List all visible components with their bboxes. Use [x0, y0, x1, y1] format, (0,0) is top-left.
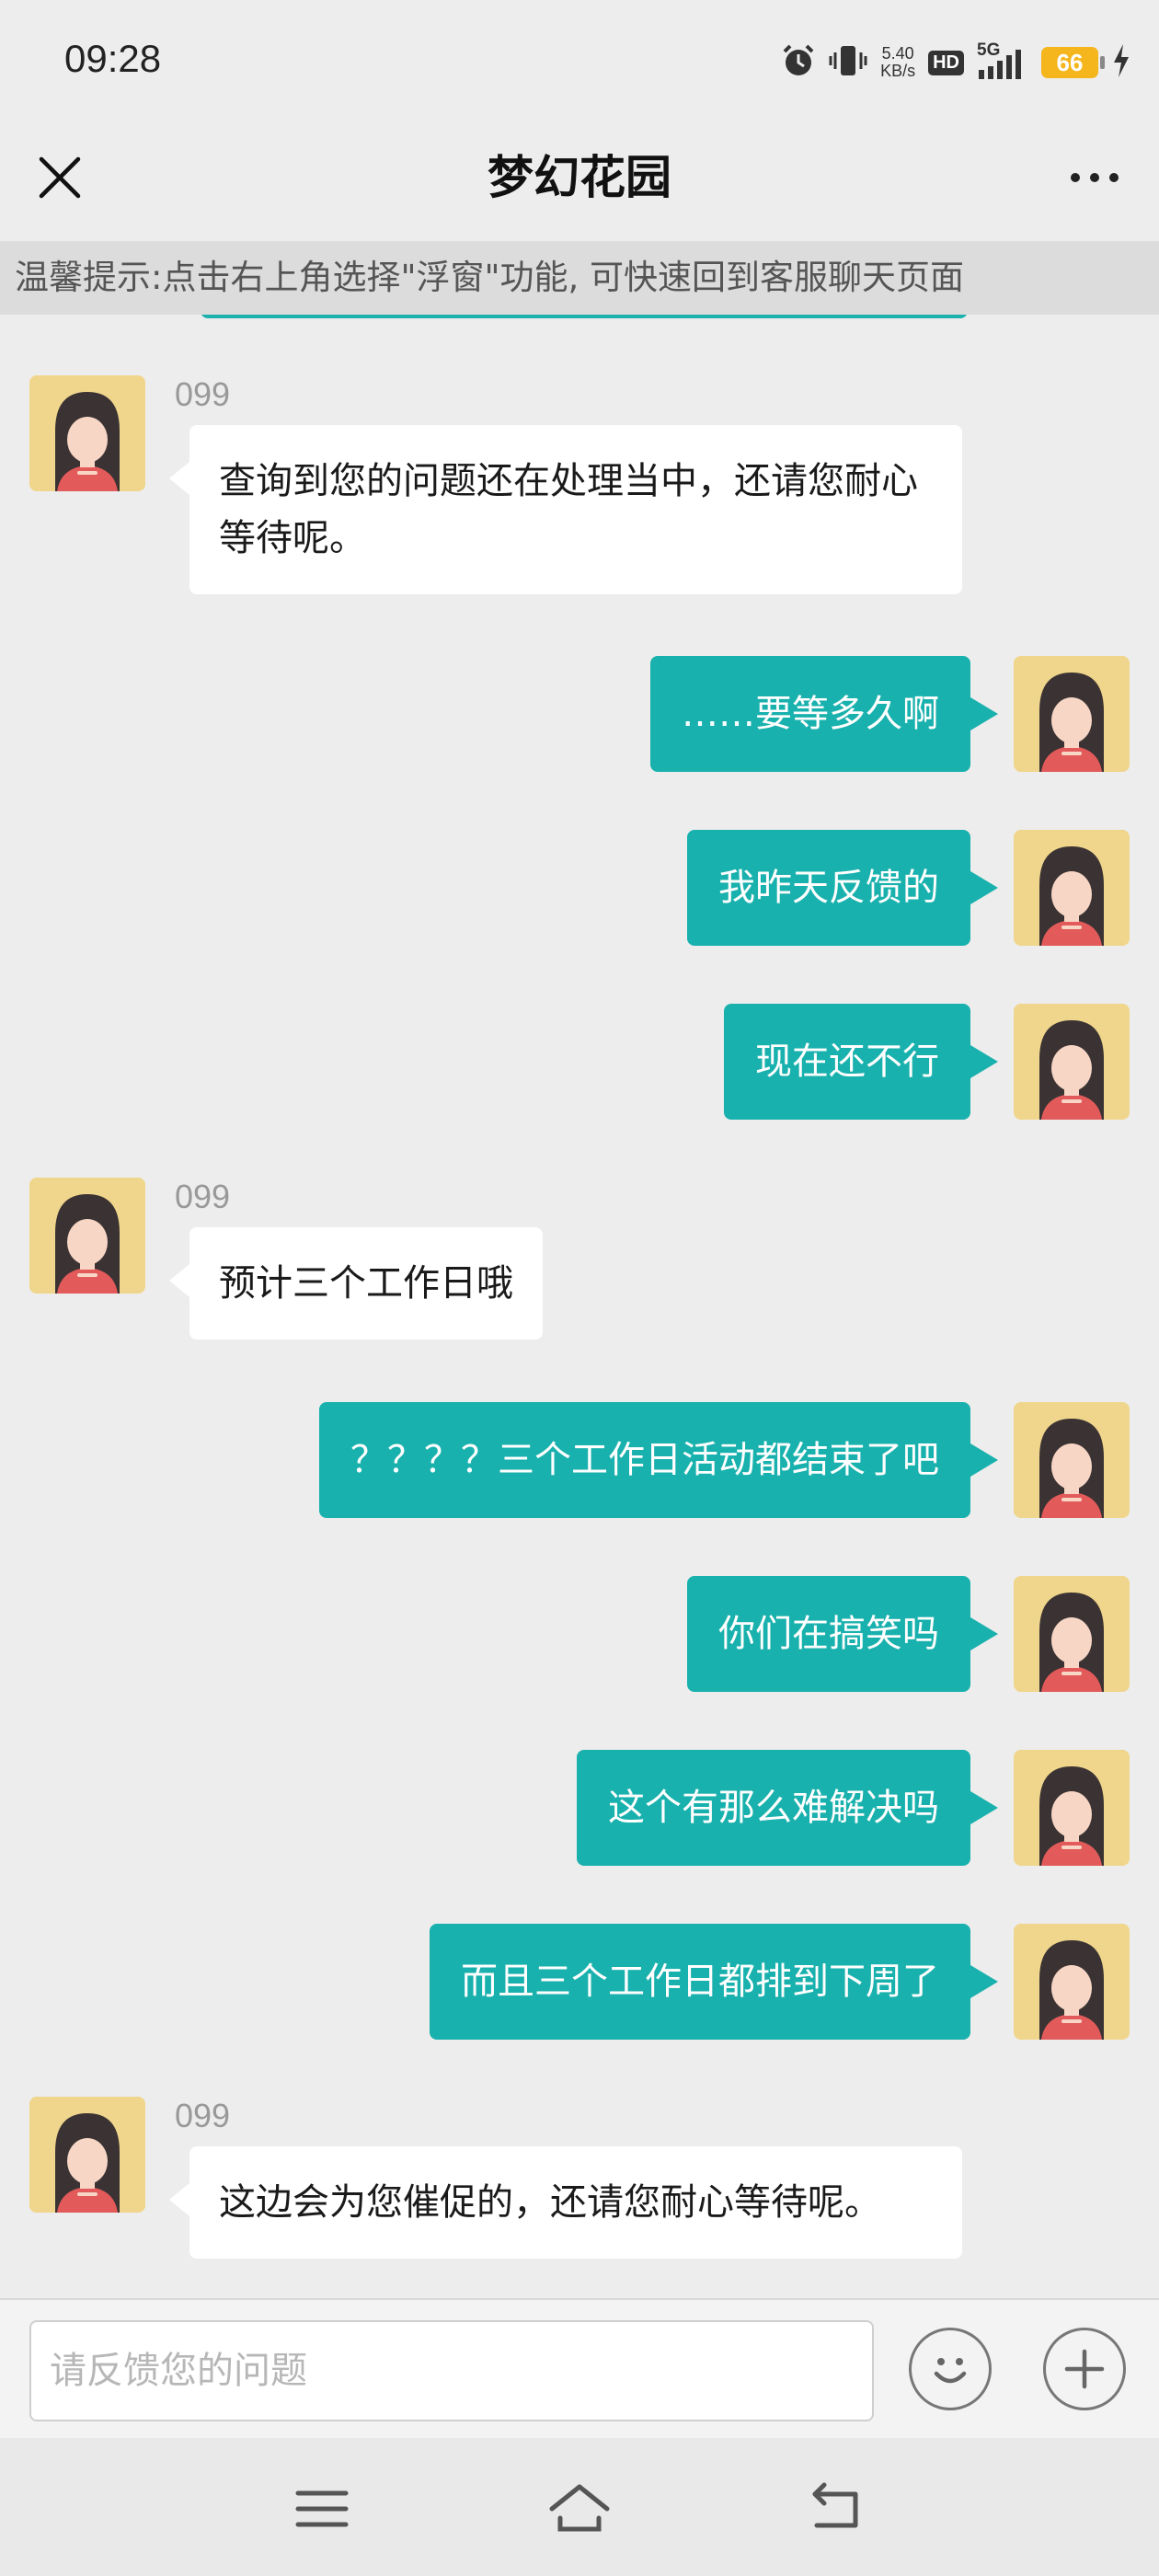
smiley-icon [934, 2358, 967, 2384]
agent-avatar[interactable] [29, 375, 145, 491]
alarm-icon [781, 43, 816, 82]
network-speed: 5.40 KB/s [880, 45, 915, 80]
user-avatar[interactable] [1014, 1750, 1130, 1866]
feedback-input[interactable] [29, 2320, 874, 2421]
nav-bar: 梦幻花园 [0, 120, 1159, 239]
agent-avatar[interactable] [29, 1178, 145, 1294]
vibrate-icon [829, 43, 867, 82]
network-speed-value: 5.40 [881, 44, 914, 63]
message-bubble-outgoing[interactable]: 我昨天反馈的 [687, 830, 998, 946]
input-bar [0, 2298, 1159, 2438]
emoji-button[interactable] [909, 2328, 992, 2410]
message-bubble-outgoing[interactable]: 而且三个工作日都排到下周了 [430, 1924, 998, 2040]
girl-avatar-icon [1014, 1924, 1130, 2040]
sender-name: 099 [175, 2097, 231, 2134]
menu-button[interactable] [285, 2477, 359, 2541]
more-icon-dot [1071, 173, 1080, 182]
user-avatar[interactable] [1014, 1924, 1130, 2040]
user-avatar[interactable] [1014, 1004, 1130, 1120]
agent-avatar[interactable] [29, 2097, 145, 2213]
home-icon [549, 2484, 610, 2532]
sender-name: 099 [175, 1178, 231, 1215]
system-navigation-bar [0, 2438, 1159, 2576]
message-bubble-incoming[interactable]: 查询到您的问题还在处理当中，还请您耐心等待呢。 [169, 425, 962, 594]
girl-avatar-icon [29, 375, 145, 491]
girl-avatar-icon [29, 1178, 145, 1294]
message-bubble-outgoing[interactable]: 这个有那么难解决吗 [577, 1750, 998, 1866]
chat-area[interactable]: 099 查询到您的问题还在处理当中，还请您耐心等待呢。 ……要等多久啊 我昨天反… [0, 315, 1159, 2298]
hd-badge: HD [928, 50, 964, 75]
user-avatar[interactable] [1014, 1576, 1130, 1692]
back-icon [812, 2482, 858, 2528]
more-icon-dot [1109, 173, 1119, 182]
menu-icon [295, 2490, 349, 2527]
girl-avatar-icon [1014, 830, 1130, 946]
girl-avatar-icon [29, 2097, 145, 2213]
add-button[interactable] [1043, 2328, 1126, 2410]
plus-icon [1064, 2349, 1105, 2389]
tip-banner: 温馨提示:点击右上角选择"浮窗"功能, 可快速回到客服聊天页面 [0, 241, 1159, 315]
girl-avatar-icon [1014, 1004, 1130, 1120]
message-bubble-incoming[interactable]: 这边会为您催促的，还请您耐心等待呢。 [169, 2146, 962, 2259]
more-icon-dot [1090, 173, 1099, 182]
sender-name: 099 [175, 375, 231, 413]
home-button[interactable] [543, 2477, 616, 2541]
battery-indicator: 66 [1041, 47, 1105, 78]
message-bubble-outgoing[interactable]: ？？？？三个工作日活动都结束了吧 [319, 1402, 998, 1518]
user-avatar[interactable] [1014, 656, 1130, 772]
message-bubble-outgoing[interactable]: 现在还不行 [724, 1004, 998, 1120]
back-button[interactable] [800, 2477, 874, 2541]
charging-icon [1111, 43, 1131, 82]
girl-avatar-icon [1014, 1750, 1130, 1866]
page-title: 梦幻花园 [488, 151, 671, 204]
status-bar: 09:28 5.40 KB/s HD 5G 66 [0, 0, 1159, 120]
girl-avatar-icon [1014, 1576, 1130, 1692]
girl-avatar-icon [1014, 656, 1130, 772]
message-bubble-outgoing[interactable]: 你们在搞笑吗 [687, 1576, 998, 1692]
message-bubble-incoming[interactable]: 预计三个工作日哦 [169, 1227, 543, 1340]
girl-avatar-icon [1014, 1402, 1130, 1518]
signal-icon: 5G [977, 40, 1028, 81]
user-avatar[interactable] [1014, 830, 1130, 946]
status-icons: 5.40 KB/s HD 5G 66 [781, 35, 1131, 90]
network-speed-unit: KB/s [880, 62, 916, 80]
more-button[interactable] [1058, 145, 1131, 210]
message-bubble-outgoing[interactable]: ……要等多久啊 [650, 656, 998, 772]
status-time: 09:28 [64, 37, 162, 80]
user-avatar[interactable] [1014, 1402, 1130, 1518]
